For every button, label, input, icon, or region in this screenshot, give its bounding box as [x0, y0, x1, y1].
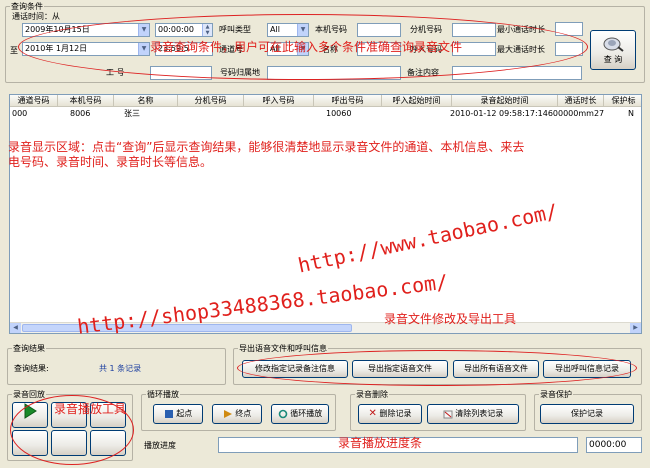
results-count: 共 1 条记录 — [99, 364, 142, 373]
playback-group-title: 录音回放 — [12, 390, 46, 399]
loop-start-button[interactable]: 起点 — [153, 404, 203, 424]
column-header-callee[interactable]: 呼出号码 — [314, 95, 382, 107]
protect-group-title: 录音保护 — [539, 390, 573, 399]
delete-icon: ✕ — [368, 408, 377, 419]
protect-record-button[interactable]: 保护记录 — [540, 404, 634, 424]
scroll-right-icon[interactable]: ▶ — [630, 323, 641, 333]
column-header-caller[interactable]: 呼入号码 — [244, 95, 314, 107]
table-row-duration[interactable]: 0000mm27ss — [558, 109, 604, 119]
scroll-left-icon[interactable]: ◀ — [10, 323, 21, 333]
delete-record-label: 删除记录 — [379, 409, 412, 418]
search-button[interactable]: 查 询 — [590, 30, 636, 70]
query-group-title: 查询条件 — [10, 2, 44, 11]
loop-end-label: 终点 — [235, 409, 252, 418]
column-header-ext[interactable]: 分机号码 — [178, 95, 244, 107]
to-label: 至 — [10, 46, 18, 55]
loop-play-button[interactable]: 循环播放 — [271, 404, 329, 424]
playback-annotation: 录音播放工具 — [54, 402, 127, 416]
table-row-local-number[interactable]: 8006 — [70, 109, 110, 119]
progress-time: 0000:00 — [586, 437, 642, 453]
clear-icon — [443, 410, 453, 418]
delete-record-button[interactable]: ✕ 删除记录 — [358, 404, 422, 424]
progress-annotation: 录音播放进度条 — [338, 436, 423, 450]
display-annotation-line1: 录音显示区域：点击“查询”后显示查询结果，能够很清楚地显示录音文件的通道、本机信… — [8, 140, 525, 154]
flag-icon — [164, 409, 173, 418]
column-header-record-time[interactable]: 录音起始时间 — [452, 95, 558, 107]
loop-group-title: 循环播放 — [146, 390, 180, 399]
loop-start-label: 起点 — [176, 409, 193, 418]
export-annotation-ellipse — [237, 350, 637, 386]
table-row-channel[interactable]: 000 — [12, 109, 56, 119]
export-group-title: 导出语音文件和呼叫信息 — [238, 344, 328, 353]
export-annotation: 录音文件修改及导出工具 — [384, 312, 517, 326]
column-header-ring-time[interactable]: 呼入起始时间 — [382, 95, 452, 107]
table-row-record-time[interactable]: 2010-01-12 09:58:17:146000 — [450, 109, 558, 119]
column-header-name[interactable]: 名称 — [114, 95, 178, 107]
clear-list-button[interactable]: 清除列表记录 — [427, 404, 519, 424]
table-row-protect[interactable]: N — [628, 109, 641, 119]
loop-play-label: 循环播放 — [290, 409, 323, 418]
query-annotation: 录音查询条件，用户可在此输入多个条件准确查询录音文件 — [150, 40, 463, 54]
call-time-label: 通话时间：从 — [12, 12, 60, 21]
loop-icon — [278, 409, 288, 418]
column-header-channel[interactable]: 通道号码 — [10, 95, 58, 107]
progress-label: 播放进度 — [144, 441, 176, 450]
column-header-protect[interactable]: 保护标 — [604, 95, 641, 107]
table-row-name[interactable]: 张三 — [124, 109, 174, 119]
column-header-local-number[interactable]: 本机号码 — [58, 95, 114, 107]
loop-end-button[interactable]: 终点 — [212, 404, 262, 424]
search-button-label: 查 询 — [603, 55, 623, 64]
results-label: 查询结果: — [14, 364, 49, 373]
clear-list-label: 清除列表记录 — [455, 409, 504, 418]
results-group-title: 查询结果 — [12, 344, 46, 353]
table-row-callee[interactable]: 10060 — [326, 109, 376, 119]
delete-group-title: 录音删除 — [355, 390, 389, 399]
column-header-duration[interactable]: 通话时长 — [558, 95, 604, 107]
display-annotation-line2: 电号码、录音时间、录音时长等信息。 — [8, 155, 213, 169]
search-icon — [603, 37, 624, 52]
flag-icon — [223, 409, 232, 418]
